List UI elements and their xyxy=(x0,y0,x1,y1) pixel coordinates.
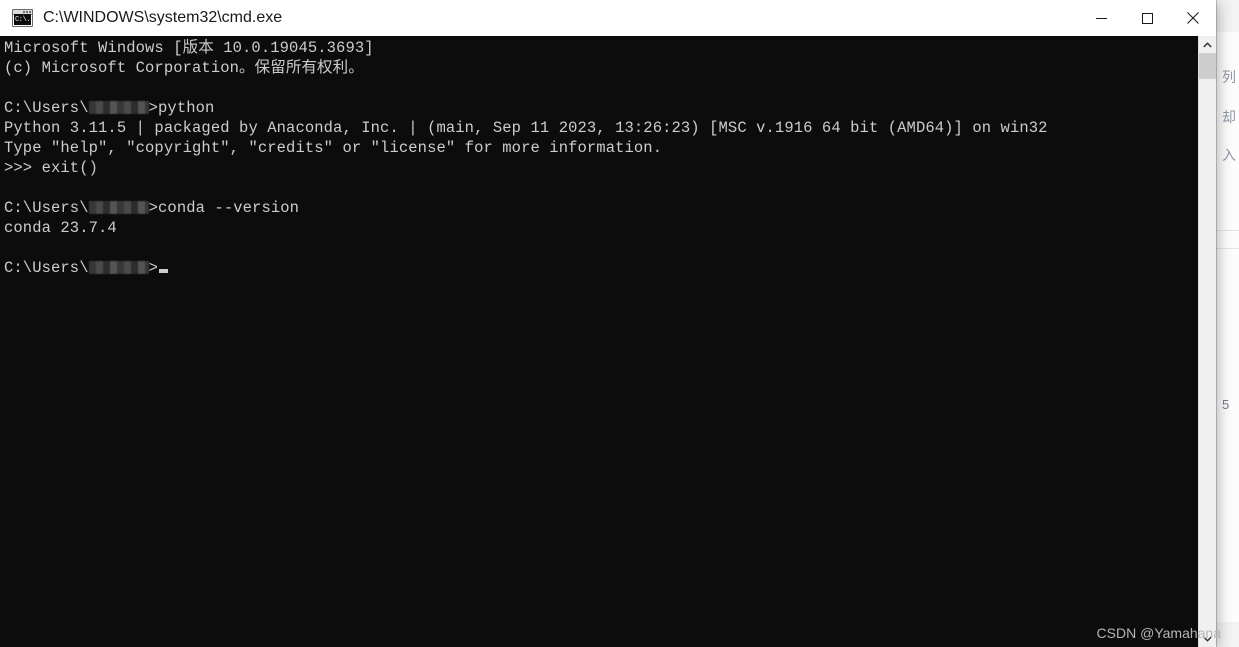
console-prompt-line: C:\Users\ >python xyxy=(4,98,1198,118)
scrollbar-down-button[interactable] xyxy=(1199,630,1216,647)
prompt-caret: >conda --version xyxy=(148,199,300,217)
background-divider xyxy=(1215,230,1239,231)
maximize-icon xyxy=(1141,12,1153,24)
scrollbar-up-button[interactable] xyxy=(1199,36,1216,53)
redacted-username xyxy=(88,261,149,274)
console-prompt-line: C:\Users\ >conda --version xyxy=(4,198,1198,218)
prompt-path: C:\Users\ xyxy=(4,99,89,117)
redacted-username xyxy=(88,101,149,114)
console-area: Microsoft Windows [版本 10.0.19045.3693] (c… xyxy=(0,36,1216,647)
console-scrollbar[interactable] xyxy=(1198,36,1216,647)
console-output-line: Python 3.11.5 | packaged by Anaconda, In… xyxy=(4,119,1048,137)
prompt-path: C:\Users\ xyxy=(4,259,89,277)
title-bar-left: C:\. C:\WINDOWS\system32\cmd.exe xyxy=(0,0,1078,36)
cmd-window: C:\. C:\WINDOWS\system32\cmd.exe Microso… xyxy=(0,0,1216,647)
window-title: C:\WINDOWS\system32\cmd.exe xyxy=(43,9,283,26)
chevron-up-icon xyxy=(1203,41,1212,47)
background-right-fragment: 5 xyxy=(1222,398,1230,412)
console-output-line: >>> exit() xyxy=(4,159,99,177)
chevron-down-icon xyxy=(1203,636,1212,642)
minimize-icon xyxy=(1095,17,1107,19)
console-prompt-line: C:\Users\ > xyxy=(4,258,1198,278)
maximize-button[interactable] xyxy=(1124,0,1170,36)
cmd-icon-screen-text: C:\. xyxy=(14,14,31,25)
console-output-line: Microsoft Windows [版本 10.0.19045.3693] xyxy=(4,39,374,57)
console-output[interactable]: Microsoft Windows [版本 10.0.19045.3693] (c… xyxy=(0,36,1198,647)
text-cursor xyxy=(159,269,169,273)
minimize-button[interactable] xyxy=(1078,0,1124,36)
title-bar[interactable]: C:\. C:\WINDOWS\system32\cmd.exe xyxy=(0,0,1216,36)
close-icon xyxy=(1187,12,1199,24)
background-right-fragment: 入 xyxy=(1222,148,1236,162)
prompt-caret: >python xyxy=(148,99,215,117)
close-button[interactable] xyxy=(1170,0,1216,36)
console-output-line: Type "help", "copyright", "credits" or "… xyxy=(4,139,663,157)
background-right-fragment: 列 xyxy=(1222,70,1236,84)
console-output-line: conda 23.7.4 xyxy=(4,219,117,237)
prompt-caret: > xyxy=(148,259,159,277)
cmd-console-icon: C:\. xyxy=(12,9,33,27)
background-right-fragment: 却 xyxy=(1222,110,1236,124)
redacted-username xyxy=(88,201,149,214)
scrollbar-thumb[interactable] xyxy=(1199,53,1216,79)
background-divider xyxy=(1215,248,1239,249)
console-output-line: (c) Microsoft Corporation。保留所有权利。 xyxy=(4,59,364,77)
prompt-path: C:\Users\ xyxy=(4,199,89,217)
window-controls xyxy=(1078,0,1216,36)
